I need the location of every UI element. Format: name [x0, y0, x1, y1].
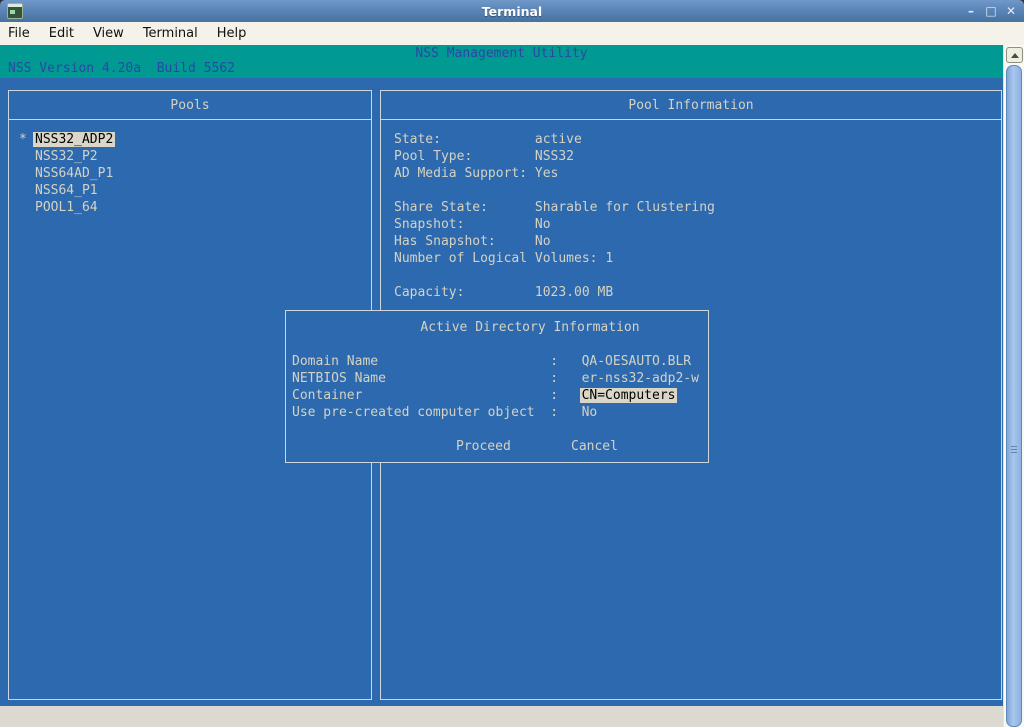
- pool-info-rows: State:activePool Type:NSS32AD Media Supp…: [381, 120, 1001, 301]
- scrollbar-grip-icon: [1011, 449, 1017, 450]
- info-value: 1023.00 MB: [535, 285, 613, 300]
- dialog-value: No: [558, 405, 597, 420]
- info-label: Number of Logical Volumes:: [394, 250, 598, 267]
- dialog-row: Use pre-created computer object:No: [292, 404, 708, 421]
- pool-name: NSS64AD_P1: [35, 166, 113, 181]
- dialog-value: QA-OESAUTO.BLR: [558, 354, 691, 369]
- dialog-value: er-nss32-adp2-w: [558, 371, 699, 386]
- dialog-label: Container: [292, 387, 550, 404]
- info-value: active: [535, 132, 582, 147]
- pool-info-row: Capacity:1023.00 MB: [394, 284, 1001, 301]
- info-label: Has Snapshot:: [394, 233, 535, 250]
- dialog-separator: :: [550, 405, 558, 420]
- info-value: NSS32: [535, 149, 574, 164]
- dialog-separator: :: [550, 371, 558, 386]
- pool-info-row: [394, 182, 1001, 199]
- window-controls: –□ ✕: [964, 0, 1018, 22]
- info-value: 1: [598, 251, 614, 266]
- info-value: Yes: [535, 166, 558, 181]
- info-label: Share State:: [394, 199, 535, 216]
- proceed-button[interactable]: Proceed: [456, 438, 511, 455]
- pool-info-row: AD Media Support:Yes: [394, 165, 1001, 182]
- statusbar: ? Ins=Create Del=Delete F3=Expand F6=Ren…: [0, 706, 1003, 727]
- pool-list-item[interactable]: NSS32_P2: [9, 148, 371, 165]
- info-label: Capacity:: [394, 284, 535, 301]
- container-field[interactable]: CN=Computers: [580, 388, 678, 403]
- menu-edit[interactable]: Edit: [49, 26, 74, 41]
- pool-info-row: Has Snapshot:No: [394, 233, 1001, 250]
- dialog-spacer: [292, 336, 708, 353]
- dialog-label: Domain Name: [292, 353, 550, 370]
- cancel-button[interactable]: Cancel: [571, 438, 618, 455]
- pool-list-item[interactable]: NSS64AD_P1: [9, 165, 371, 182]
- pools-panel-title: Pools: [9, 91, 371, 120]
- dialog-rows: Domain Name:QA-OESAUTO.BLRNETBIOS Name:e…: [292, 353, 708, 421]
- pool-name: NSS64_P1: [35, 183, 98, 198]
- scrollbar-track[interactable]: [1003, 45, 1024, 727]
- dialog-label: NETBIOS Name: [292, 370, 550, 387]
- pool-info-row: Pool Type:NSS32: [394, 148, 1001, 165]
- info-value: No: [535, 217, 551, 232]
- pool-info-row: State:active: [394, 131, 1001, 148]
- window-title: Terminal: [0, 4, 1024, 19]
- app-title: NSS Management Utility: [0, 45, 1003, 61]
- terminal-icon: [7, 3, 23, 19]
- dialog-row: Container: CN=Computers: [292, 387, 708, 404]
- minimize-button[interactable]: –: [964, 4, 978, 18]
- scroll-up-button[interactable]: [1006, 47, 1023, 63]
- pool-list-item[interactable]: NSS64_P1: [9, 182, 371, 199]
- info-label: AD Media Support:: [394, 165, 535, 182]
- pool-info-row: [394, 267, 1001, 284]
- pool-info-row: Number of Logical Volumes:1: [394, 250, 1001, 267]
- terminal-window: Terminal –□ ✕ File Edit View Terminal Help NS…: [0, 0, 1024, 727]
- pool-name: NSS32_P2: [35, 149, 98, 164]
- info-value: No: [535, 234, 551, 249]
- terminal-screen: NSS Management Utility NSS Version 4.20a…: [0, 45, 1024, 727]
- info-label: Snapshot:: [394, 216, 535, 233]
- info-value: Sharable for Clustering: [535, 200, 715, 215]
- menubar: File Edit View Terminal Help: [0, 22, 1024, 45]
- ad-info-dialog: Active Directory Information Domain Name…: [285, 310, 709, 463]
- dialog-separator: :: [550, 354, 558, 369]
- menu-help[interactable]: Help: [217, 26, 247, 41]
- app-version: NSS Version 4.20a Build 5562: [8, 60, 235, 77]
- close-button[interactable]: ✕: [1004, 4, 1018, 18]
- pools-list: *NSS32_ADP2NSS32_P2 NSS64AD_P1 NSS64_P1 POO…: [9, 120, 371, 216]
- dialog-row: NETBIOS Name:er-nss32-adp2-w: [292, 370, 708, 387]
- pool-name: NSS32_ADP2: [33, 132, 115, 147]
- main-area: Pools *NSS32_ADP2NSS32_P2 NSS64AD_P1 NSS64…: [0, 78, 1003, 706]
- pool-list-item[interactable]: *NSS32_ADP2: [9, 131, 371, 148]
- info-label: State:: [394, 131, 535, 148]
- dialog-label: Use pre-created computer object: [292, 404, 550, 421]
- info-label: Pool Type:: [394, 148, 535, 165]
- dialog-row: Domain Name:QA-OESAUTO.BLR: [292, 353, 708, 370]
- maximize-button[interactable]: □: [984, 4, 998, 18]
- pool-list-item[interactable]: POOL1_64: [9, 199, 371, 216]
- menu-terminal[interactable]: Terminal: [143, 26, 198, 41]
- dialog-buttons: Proceed Cancel: [292, 438, 708, 455]
- pool-info-title: Pool Information: [381, 91, 1001, 120]
- scrollbar-thumb[interactable]: [1006, 65, 1022, 727]
- app-header: NSS Management Utility NSS Version 4.20a…: [0, 45, 1003, 78]
- pool-info-row: Snapshot:No: [394, 216, 1001, 233]
- dialog-value-highlighted[interactable]: CN=Computers: [558, 388, 675, 403]
- dialog-title: Active Directory Information: [292, 319, 708, 336]
- pool-info-row: Share State:Sharable for Clustering: [394, 199, 1001, 216]
- dialog-separator: :: [550, 388, 558, 403]
- pool-name: POOL1_64: [35, 200, 98, 215]
- menu-file[interactable]: File: [8, 26, 30, 41]
- menu-view[interactable]: View: [93, 26, 124, 41]
- titlebar: Terminal –□ ✕: [0, 0, 1024, 22]
